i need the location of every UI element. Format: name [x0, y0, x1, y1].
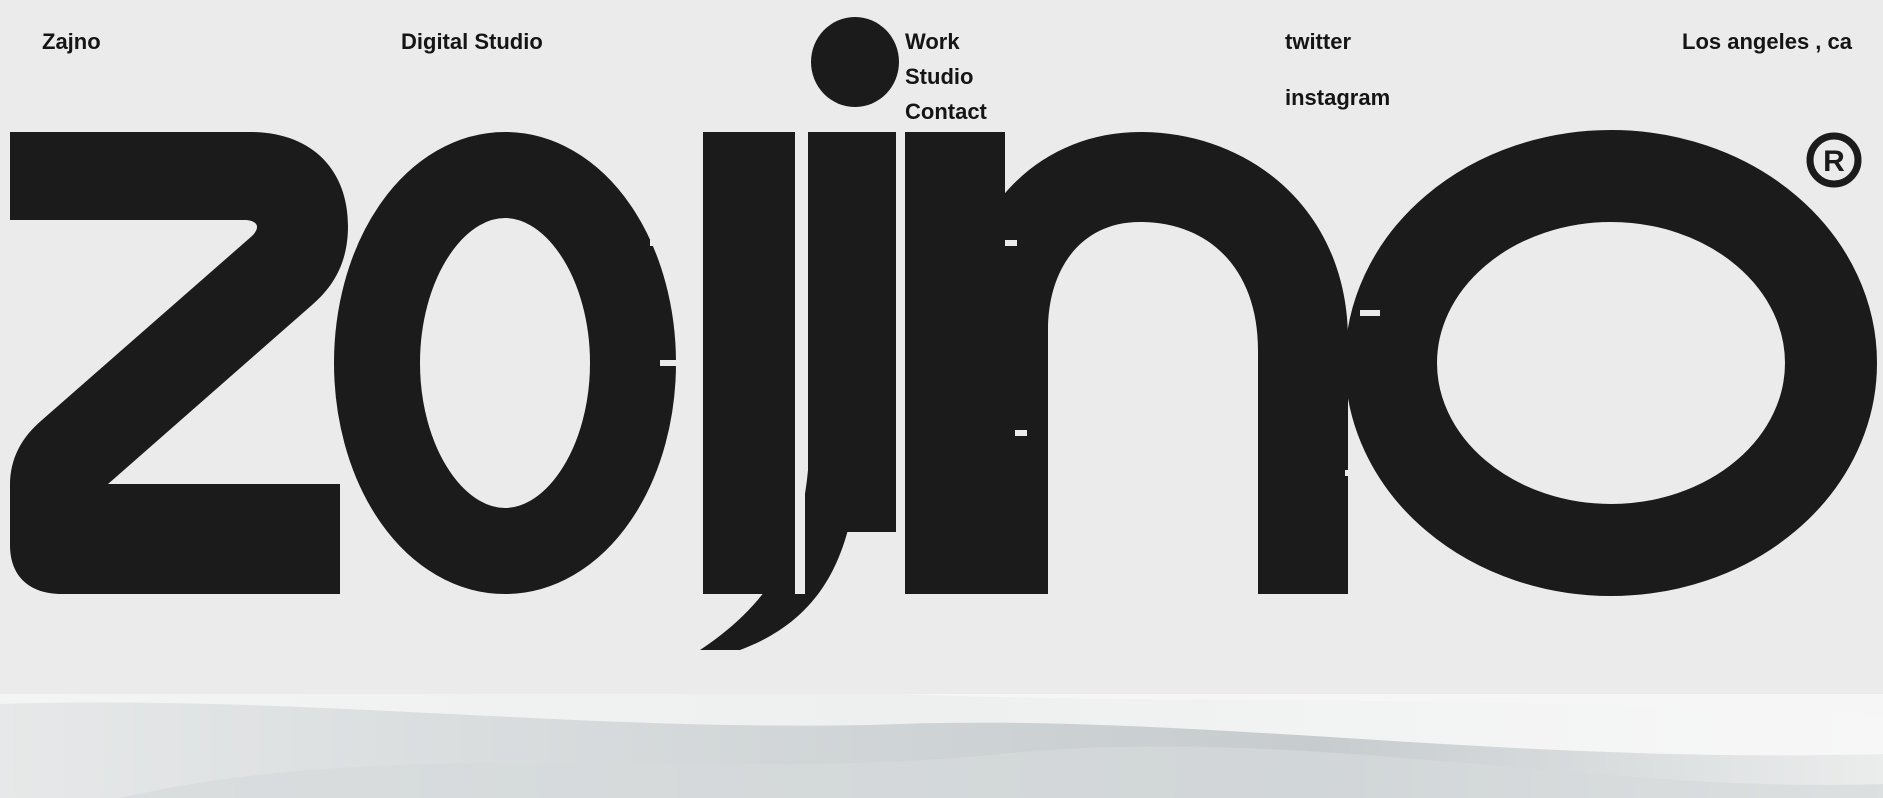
svg-text:R: R: [1823, 145, 1845, 178]
twitter-link[interactable]: twitter: [1285, 24, 1351, 59]
registered-mark-icon: R: [1806, 132, 1862, 188]
main-menu: Work Studio Contact: [905, 24, 987, 129]
hero-image: [0, 694, 1883, 798]
menu-item-work[interactable]: Work: [905, 24, 987, 59]
logo-letter-a: [334, 132, 676, 594]
instagram-link[interactable]: instagram: [1285, 80, 1390, 115]
brand-link[interactable]: Zajno: [42, 24, 101, 59]
page: R Zajno Digital Studio Work Studio Conta…: [0, 0, 1883, 798]
location-text: Los angeles , ca: [1682, 29, 1852, 54]
menu-item-studio[interactable]: Studio: [905, 59, 987, 94]
hero-waves-graphic: [0, 694, 1883, 798]
logo-letter-o: [1345, 130, 1877, 596]
menu-item-contact[interactable]: Contact: [905, 94, 987, 129]
menu-dot: [811, 17, 899, 107]
studio-tagline: Digital Studio: [401, 29, 543, 54]
